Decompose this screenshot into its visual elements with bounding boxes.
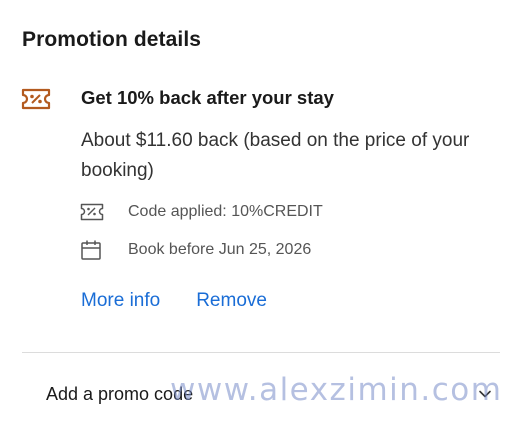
add-promo-code-toggle[interactable]: Add a promo code	[22, 372, 500, 416]
panel-title: Promotion details	[22, 28, 202, 51]
add-promo-code-label: Add a promo code	[46, 383, 194, 404]
promotion-actions: More info Remove	[81, 290, 267, 312]
coupon-small-icon	[80, 201, 106, 223]
more-info-link[interactable]: More info	[81, 290, 160, 312]
book-before-text: Book before Jun 25, 2026	[128, 241, 312, 258]
coupon-icon	[21, 88, 51, 110]
remove-promotion-link[interactable]: Remove	[196, 290, 267, 312]
calendar-icon	[80, 239, 106, 261]
code-applied-text: Code applied: 10%CREDIT	[128, 203, 323, 220]
book-before-row: Book before Jun 25, 2026	[80, 238, 311, 262]
section-divider	[22, 352, 500, 353]
code-applied-row: Code applied: 10%CREDIT	[80, 200, 323, 224]
promotion-description: About $11.60 back (based on the price of…	[81, 130, 470, 181]
chevron-down-icon	[479, 390, 491, 398]
promotion-heading: Get 10% back after your stay	[81, 87, 334, 108]
